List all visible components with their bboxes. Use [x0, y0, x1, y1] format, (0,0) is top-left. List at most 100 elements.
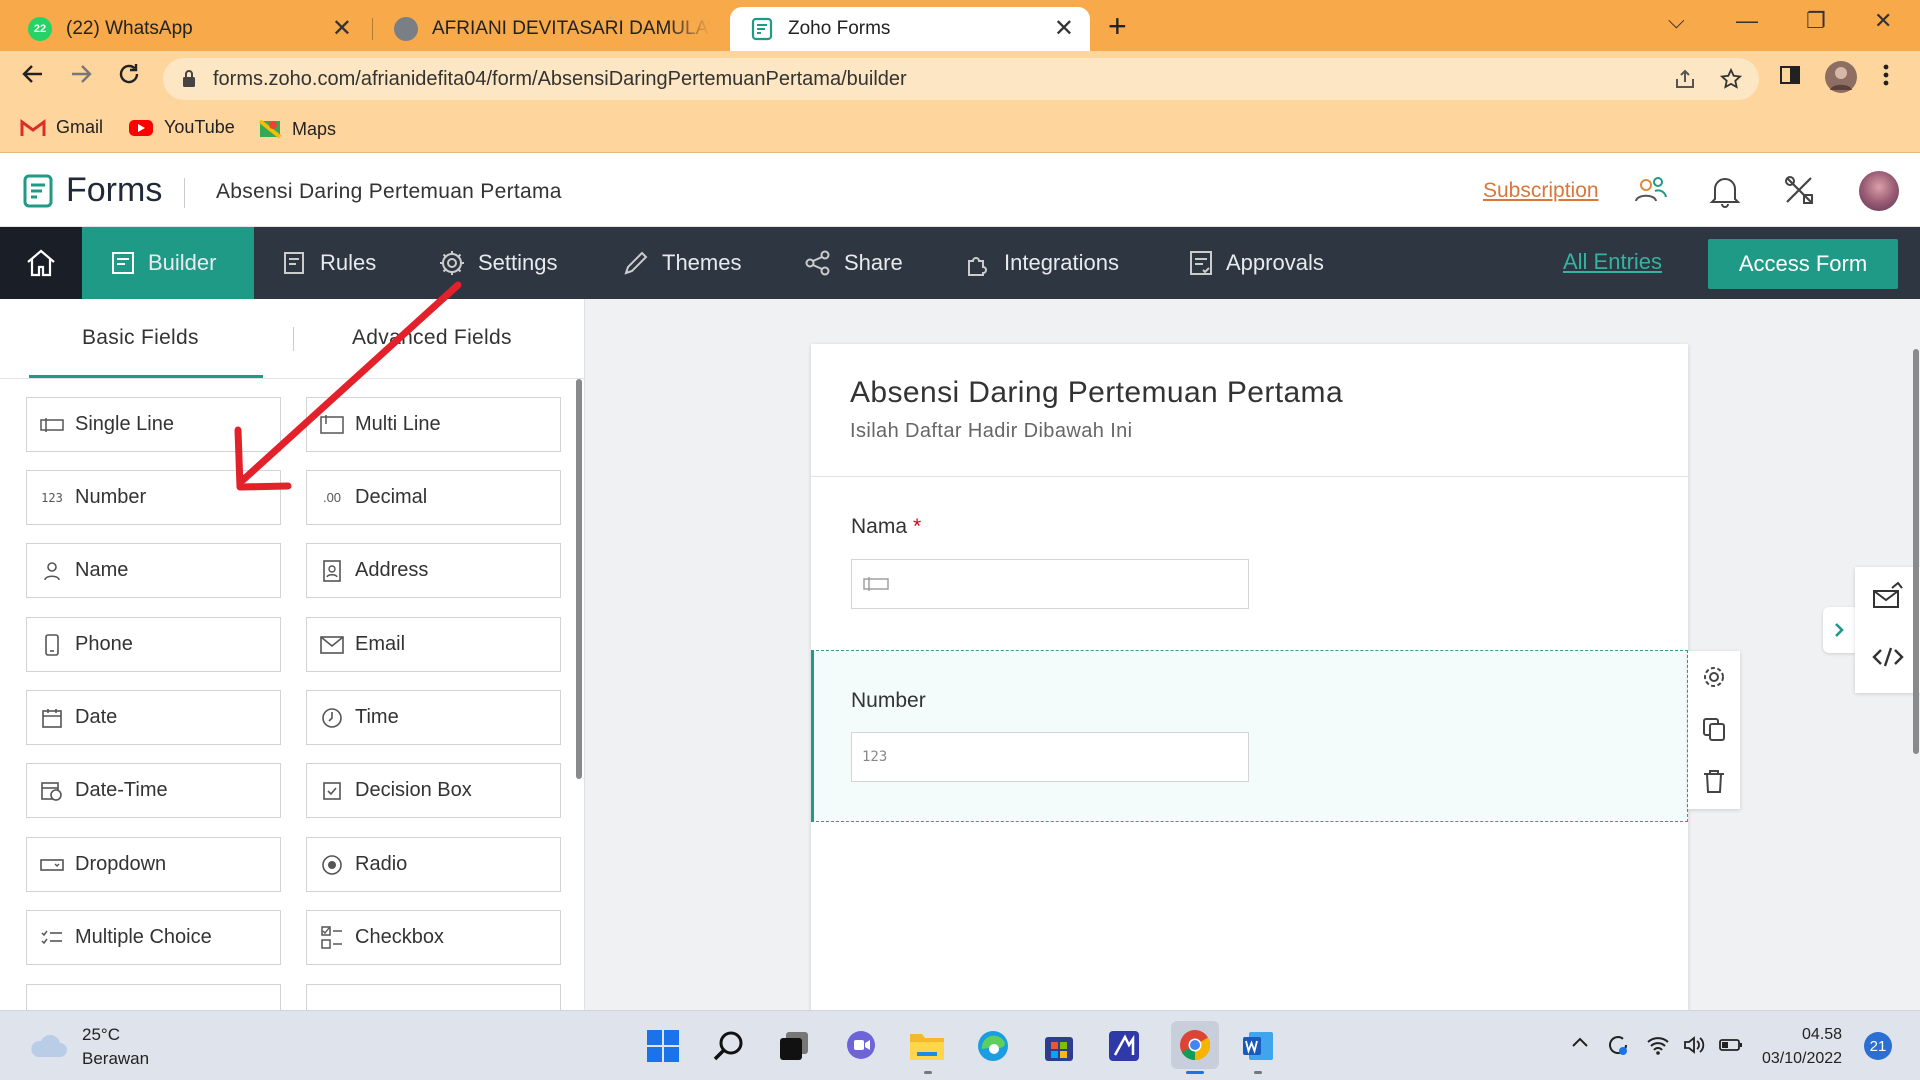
field-decimal[interactable]: .00 Decimal: [306, 470, 561, 525]
search-icon[interactable]: [710, 1027, 748, 1065]
chevron-up-icon[interactable]: [1570, 1033, 1590, 1053]
weather-widget[interactable]: 25°C Berawan: [28, 1023, 149, 1071]
form-title[interactable]: Absensi Daring Pertemuan Pertama: [850, 376, 1343, 410]
field-date[interactable]: Date: [26, 690, 281, 745]
word-icon[interactable]: [1239, 1027, 1277, 1065]
nav-settings[interactable]: Settings: [438, 227, 558, 299]
new-tab-button[interactable]: +: [1108, 8, 1127, 45]
nama-input[interactable]: [851, 559, 1249, 609]
canvas-scrollbar[interactable]: [1913, 349, 1919, 754]
form-header[interactable]: Absensi Daring Pertemuan Pertama Isilah …: [811, 344, 1688, 477]
bookmark-gmail[interactable]: Gmail: [20, 117, 103, 138]
field-dropdown[interactable]: Dropdown: [26, 837, 281, 892]
number-input[interactable]: 123: [851, 732, 1249, 782]
star-icon[interactable]: [1719, 67, 1743, 91]
builder-nav: Builder Rules Settings Themes Share Inte…: [0, 227, 1920, 299]
tab-search-icon[interactable]: ⌵: [1668, 8, 1685, 34]
nav-share[interactable]: Share: [804, 227, 903, 299]
task-view-icon[interactable]: [775, 1027, 813, 1065]
tab-zoho-forms[interactable]: Zoho Forms ✕: [730, 7, 1090, 51]
system-clock[interactable]: 04.58 03/10/2022: [1762, 1023, 1842, 1071]
tab-whatsapp[interactable]: 22 (22) WhatsApp ✕: [8, 7, 368, 51]
nav-builder[interactable]: Builder: [82, 227, 254, 299]
volume-icon[interactable]: [1682, 1033, 1706, 1057]
embed-code-icon[interactable]: [1872, 645, 1904, 669]
dropdown-icon: [39, 858, 65, 872]
field-nama-label[interactable]: Nama *: [851, 515, 921, 539]
users-icon[interactable]: [1633, 173, 1669, 209]
kebab-menu-icon[interactable]: [1882, 63, 1890, 87]
form-card: Absensi Daring Pertemuan Pertama Isilah …: [811, 344, 1688, 1010]
access-form-button[interactable]: Access Form: [1708, 239, 1898, 289]
side-tools: [1855, 567, 1920, 693]
lock-icon: [181, 69, 197, 89]
chrome-icon[interactable]: [1171, 1021, 1219, 1069]
store-icon[interactable]: [1040, 1027, 1078, 1065]
reload-button[interactable]: [116, 61, 142, 87]
field-multiple-choice[interactable]: Multiple Choice: [26, 910, 281, 965]
nav-integrations[interactable]: Integrations: [964, 227, 1119, 299]
trash-icon: [1704, 770, 1724, 793]
side-panel-icon[interactable]: [1778, 63, 1802, 87]
field-name[interactable]: Name: [26, 543, 281, 598]
restore-button[interactable]: ❐: [1806, 8, 1826, 34]
field-time[interactable]: Time: [306, 690, 561, 745]
file-explorer-icon[interactable]: [908, 1027, 946, 1065]
nav-approvals[interactable]: Approvals: [1188, 227, 1324, 299]
field-date-time[interactable]: Date-Time: [26, 763, 281, 818]
teams-chat-icon[interactable]: [842, 1027, 880, 1065]
share-icon[interactable]: [1673, 67, 1697, 91]
field-multi-line[interactable]: Multi Line: [306, 397, 561, 452]
profile-avatar[interactable]: [1824, 60, 1858, 94]
wifi-icon[interactable]: [1646, 1033, 1670, 1057]
all-entries-link[interactable]: All Entries: [1563, 249, 1662, 275]
bookmark-youtube[interactable]: YouTube: [128, 117, 235, 138]
address-bar[interactable]: forms.zoho.com/afrianidefita04/form/Abse…: [163, 58, 1759, 100]
nav-rules[interactable]: Rules: [282, 227, 376, 299]
zoho-forms-logo[interactable]: Forms: [22, 171, 162, 210]
back-button[interactable]: [20, 61, 46, 87]
panel-scrollbar[interactable]: [576, 379, 582, 779]
field-partial[interactable]: [26, 984, 281, 1010]
weather-temp: 25°C: [82, 1025, 120, 1044]
tools-icon[interactable]: [1782, 173, 1816, 207]
field-checkbox[interactable]: Checkbox: [306, 910, 561, 965]
duplicate-field-button[interactable]: [1700, 715, 1728, 743]
window-close-button[interactable]: ✕: [1874, 8, 1892, 34]
field-email[interactable]: Email: [306, 617, 561, 672]
field-decision-box[interactable]: Decision Box: [306, 763, 561, 818]
edge-icon[interactable]: [974, 1027, 1012, 1065]
field-partial[interactable]: [306, 984, 561, 1010]
tab-close-icon[interactable]: ✕: [332, 17, 352, 41]
bell-icon[interactable]: [1709, 173, 1741, 209]
field-phone[interactable]: Phone: [26, 617, 281, 672]
side-panel-toggle[interactable]: [1823, 607, 1855, 653]
home-button[interactable]: [0, 227, 82, 299]
field-settings-button[interactable]: [1700, 663, 1728, 691]
battery-icon[interactable]: [1718, 1033, 1744, 1057]
tab-basic-fields[interactable]: Basic Fields: [82, 326, 199, 350]
tab-afriani[interactable]: AFRIANI DEVITASARI DAMULAWAN: [374, 7, 726, 51]
tab-advanced-fields[interactable]: Advanced Fields: [352, 326, 512, 350]
windows-start-icon[interactable]: [644, 1027, 682, 1065]
url-text[interactable]: forms.zoho.com/afrianidefita04/form/Abse…: [213, 68, 907, 91]
sync-icon[interactable]: [1606, 1033, 1630, 1057]
nav-label: Themes: [662, 250, 742, 275]
app-icon[interactable]: [1105, 1027, 1143, 1065]
field-address[interactable]: Address: [306, 543, 561, 598]
email-notification-icon[interactable]: [1872, 581, 1904, 611]
tab-close-icon[interactable]: ✕: [1054, 17, 1074, 41]
form-subtitle[interactable]: Isilah Daftar Hadir Dibawah Ini: [850, 420, 1133, 443]
field-single-line[interactable]: Single Line: [26, 397, 281, 452]
forward-button[interactable]: [68, 61, 94, 87]
subscription-link[interactable]: Subscription: [1483, 179, 1599, 203]
field-radio[interactable]: Radio: [306, 837, 561, 892]
user-avatar[interactable]: [1859, 171, 1899, 211]
field-number-label[interactable]: Number: [851, 689, 926, 713]
notification-badge[interactable]: 21: [1864, 1032, 1892, 1060]
minimize-button[interactable]: —: [1736, 8, 1758, 34]
nav-themes[interactable]: Themes: [622, 227, 741, 299]
delete-field-button[interactable]: [1700, 767, 1728, 795]
field-number[interactable]: 123 Number: [26, 470, 281, 525]
bookmark-maps[interactable]: Maps: [258, 117, 336, 141]
